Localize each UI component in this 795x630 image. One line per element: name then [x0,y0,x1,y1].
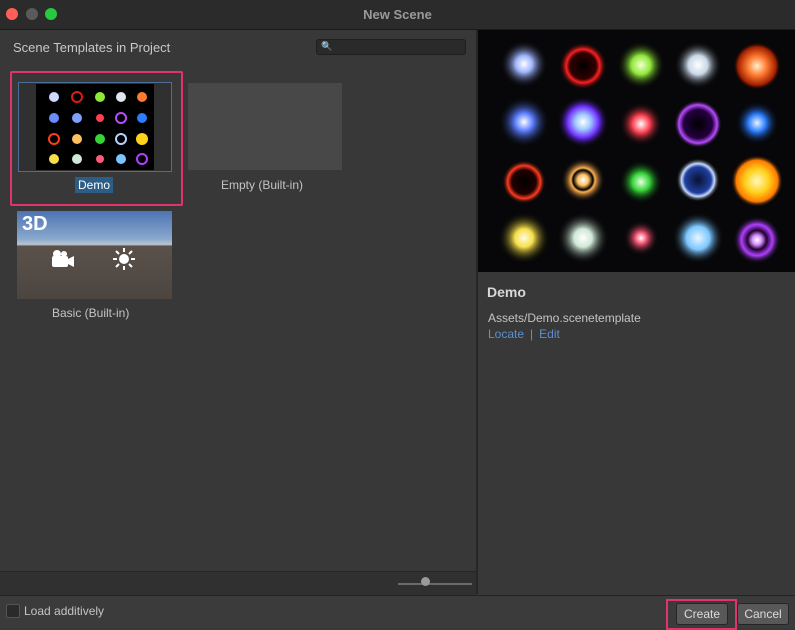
load-additively-label[interactable]: Load additively [24,604,104,618]
link-separator: | [530,327,534,341]
templates-panel-header: Scene Templates in Project [13,40,171,55]
demo-thumbnail [36,84,154,170]
thumbnail-size-slider[interactable] [398,583,472,585]
template-path: Assets/Demo.scenetemplate [488,311,641,325]
create-button[interactable]: Create [676,603,728,625]
template-preview-image [478,30,795,272]
sun-light-icon [113,248,135,270]
search-icon: 🔍 [321,41,333,51]
locate-link[interactable]: Locate [488,327,524,341]
template-item-basic[interactable]: 3D [17,211,172,299]
details-panel: Demo Assets/Demo.scenetemplate Locate | Ed… [478,30,795,594]
template-actions: Locate | Edit [488,327,560,341]
load-additively-checkbox[interactable] [6,604,20,618]
template-item-demo[interactable] [18,82,172,172]
template-title: Demo [487,284,526,300]
thumbnail-size-bar [0,571,476,595]
3d-badge: 3D [22,213,48,235]
title-bar: New Scene [0,0,795,30]
window-title: New Scene [363,7,432,22]
template-label-demo[interactable]: Demo [75,177,114,193]
edit-link[interactable]: Edit [539,327,560,341]
templates-panel: Scene Templates in Project 🔍 Demo Empty … [0,30,476,595]
footer-bar: Load additively Create Cancel [0,595,795,630]
search-input[interactable]: 🔍 [316,39,466,55]
camera-icon [52,250,74,267]
cancel-button[interactable]: Cancel [737,603,789,625]
template-label-basic[interactable]: Basic (Built-in) [52,306,129,320]
thumbnail-size-slider-knob[interactable] [421,577,430,586]
template-label-empty[interactable]: Empty (Built-in) [221,178,303,192]
template-item-empty[interactable] [188,83,342,170]
